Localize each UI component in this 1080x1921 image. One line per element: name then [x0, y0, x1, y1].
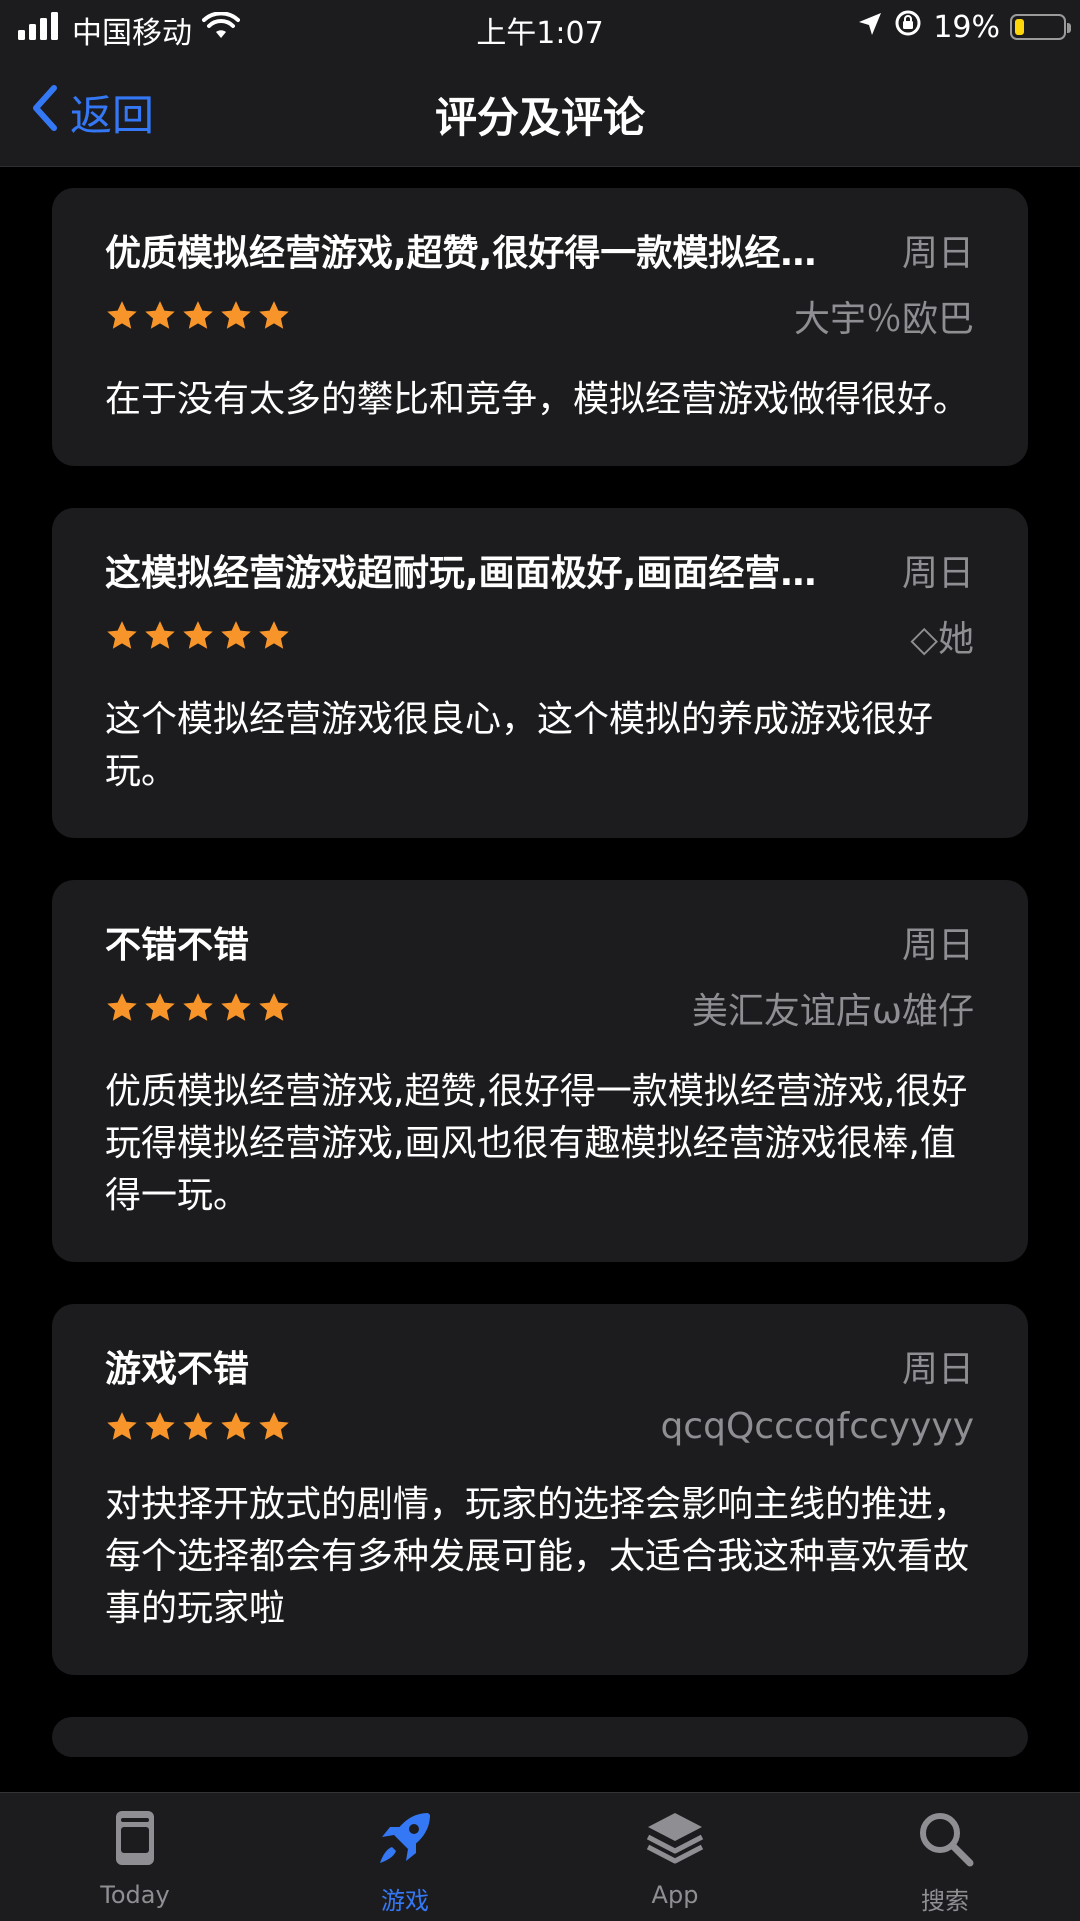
star-icon: [145, 621, 175, 649]
tab-label: App: [651, 1881, 699, 1909]
star-icon: [259, 1411, 289, 1440]
review-body: 这个模拟经营游戏很良心，这个模拟的养成游戏很好玩。: [105, 699, 934, 792]
star-icon: [259, 993, 289, 1021]
star-rating: [105, 299, 291, 333]
tab-today[interactable]: Today: [0, 1793, 270, 1921]
star-icon: [107, 1411, 137, 1440]
star-icon: [221, 301, 251, 329]
review-card-partial[interactable]: [52, 1717, 1028, 1757]
star-icon: [107, 993, 137, 1021]
review-card[interactable]: 不错不错 周日 美汇友谊店ω雄仔 优质模拟经营游戏,超赞,很好得一款模拟经营游戏…: [52, 880, 1028, 1262]
battery-icon: [1010, 14, 1071, 40]
review-title: 游戏不错: [105, 1349, 250, 1390]
tab-label: Today: [100, 1881, 170, 1909]
star-icon: [259, 301, 289, 329]
battery-percent: 19%: [933, 9, 1000, 45]
page-title: 评分及评论: [434, 93, 645, 142]
review-date: 周日: [901, 233, 974, 274]
review-body: 优质模拟经营游戏,超赞,很好得一款模拟经营游戏,很好玩得模拟经营游戏,画风也很有…: [105, 1071, 968, 1216]
star-icon: [145, 993, 175, 1021]
tab-search[interactable]: 搜索: [810, 1793, 1080, 1921]
location-arrow-icon: [857, 10, 883, 45]
star-rating: [105, 619, 291, 653]
tab-apps[interactable]: App: [540, 1793, 810, 1921]
star-icon: [107, 621, 137, 649]
star-icon: [183, 1411, 213, 1440]
today-icon: [104, 1807, 166, 1881]
battery-level: [1015, 19, 1024, 35]
review-author: 大宇％欧巴: [793, 299, 974, 340]
search-icon: [914, 1807, 976, 1881]
chevron-left-icon: [30, 84, 60, 142]
review-author: qcqQcccqfccyyyy: [660, 1406, 974, 1447]
tab-games[interactable]: 游戏: [270, 1793, 540, 1921]
apps-stack-icon: [644, 1807, 706, 1881]
review-body: 在于没有太多的攀比和竞争，模拟经营游戏做得很好。: [105, 379, 970, 420]
star-rating: [105, 1410, 291, 1444]
star-icon: [221, 993, 251, 1021]
review-author: 美汇友谊店ω雄仔: [691, 991, 974, 1032]
star-icon: [259, 621, 289, 649]
star-icon: [107, 301, 137, 329]
review-body: 对抉择开放式的剧情，玩家的选择会影响主线的推进，每个选择都会有多种发展可能，太适…: [105, 1484, 970, 1629]
star-icon: [145, 1411, 175, 1440]
reviews-list: 优质模拟经营游戏,超赞,很好得一款模拟经营游戏,很好玩得模拟经营游戏 周日 大宇…: [52, 188, 1028, 1799]
carrier-label: 中国移动: [72, 16, 192, 51]
review-card[interactable]: 这模拟经营游戏超耐玩,画面极好,画面经营游戏超赞 周日 ◇她 这个模拟经营游戏很…: [52, 508, 1028, 838]
review-title: 不错不错: [105, 925, 250, 966]
star-icon: [221, 1411, 251, 1440]
tab-label: 游戏: [381, 1887, 429, 1915]
wifi-icon: [202, 11, 240, 48]
review-date: 周日: [901, 553, 974, 594]
signal-icon: [18, 12, 62, 48]
review-title: 这模拟经营游戏超耐玩,画面极好,画面经营游戏超赞: [105, 553, 845, 594]
star-icon: [183, 301, 213, 329]
star-icon: [221, 621, 251, 649]
star-icon: [183, 993, 213, 1021]
review-title: 优质模拟经营游戏,超赞,很好得一款模拟经营游戏,很好玩得模拟经营游戏: [105, 233, 845, 274]
back-label: 返回: [70, 91, 155, 140]
back-button[interactable]: 返回: [30, 82, 154, 143]
review-date: 周日: [901, 1349, 974, 1390]
rocket-icon: [374, 1807, 436, 1881]
status-bar: 中国移动 上午1:07 19%: [0, 0, 1080, 54]
review-card[interactable]: 游戏不错 周日 qcqQcccqfccyyyy 对抉择开放式的剧情，玩家的选择会…: [52, 1304, 1028, 1675]
star-icon: [145, 301, 175, 329]
review-author: ◇她: [910, 619, 974, 660]
tab-bar: Today 游戏 App 搜索: [0, 1792, 1080, 1921]
review-date: 周日: [901, 925, 974, 966]
star-rating: [105, 991, 291, 1025]
rotation-lock-icon: [893, 8, 923, 46]
tab-label: 搜索: [921, 1887, 969, 1915]
review-card[interactable]: 优质模拟经营游戏,超赞,很好得一款模拟经营游戏,很好玩得模拟经营游戏 周日 大宇…: [52, 188, 1028, 466]
star-icon: [183, 621, 213, 649]
navigation-bar: 返回 评分及评论: [0, 54, 1080, 167]
